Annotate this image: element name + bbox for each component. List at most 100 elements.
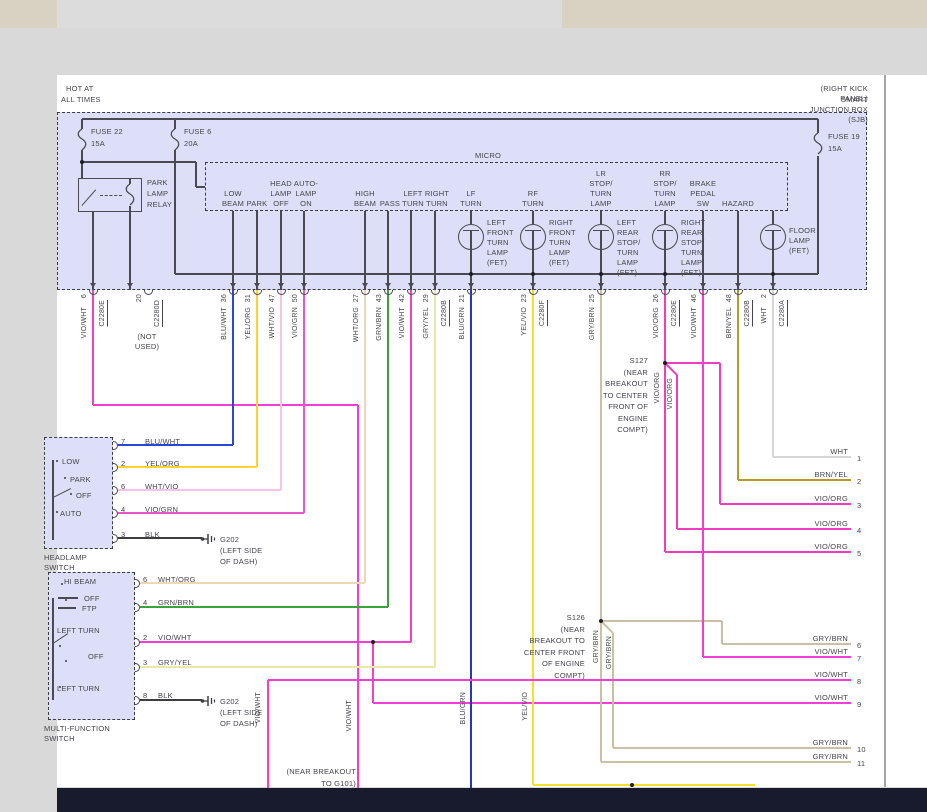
diagram-label: GRY/BRN xyxy=(593,630,600,664)
down-arrow xyxy=(700,283,706,288)
wire-segment-micro-feed-branch xyxy=(82,161,196,163)
diagram-label: VIO/WHT xyxy=(814,647,848,656)
diagram-label: 20 xyxy=(136,294,143,303)
diagram-label: WHT xyxy=(761,307,768,324)
panel-scroll-line xyxy=(884,75,886,787)
diagram-label: 5 xyxy=(857,549,862,558)
down-arrow xyxy=(301,283,307,288)
diagram-label: LEFT TURN xyxy=(57,684,100,693)
diagram-label: 36 xyxy=(221,294,228,303)
wire-segment-fuse19-leads xyxy=(817,156,819,274)
diagram-label: 11 xyxy=(857,759,866,768)
wire-segment-wire-vio-wht-left-turn xyxy=(372,642,374,703)
diagram-label: BLK xyxy=(158,691,173,700)
diagram-label: HEAD LAMP OFF xyxy=(270,179,292,208)
diagram-label: LOW BEAM xyxy=(221,189,245,208)
diagram-label: 2 xyxy=(143,633,148,642)
diagram-label: VIO/ORG xyxy=(814,519,848,528)
down-arrow xyxy=(362,283,368,288)
diagram-label: 6 xyxy=(81,294,88,299)
diagram-label: S127 (NEAR BREAKOUT TO CENTER FRONT OF E… xyxy=(603,356,648,434)
diagram-label: 8 xyxy=(857,677,862,686)
diagram-label: FUSE 6 xyxy=(184,127,212,136)
fuse-symbol xyxy=(812,132,824,160)
down-arrow xyxy=(770,283,776,288)
diagram-label: LR STOP/ TURN LAMP xyxy=(589,169,613,208)
wire-segment-wire-gry-brn-s126 xyxy=(600,290,602,621)
junction-dot xyxy=(663,272,667,276)
diagram-label: 50 xyxy=(292,294,299,303)
wire-segment-fet-drops xyxy=(772,211,774,224)
diagram-label: RIGHT REAR STOP/ TURN LAMP (FET) xyxy=(681,218,706,277)
diagram-label: GRY/BRN xyxy=(812,738,848,747)
diagram-label: VIO/GRN xyxy=(145,505,179,514)
diagram-label: GRY/YEL xyxy=(158,658,192,667)
diagram-label: 29 xyxy=(423,294,430,303)
wire-segment-wire-vio-wht-park-feed xyxy=(357,405,359,788)
down-arrow xyxy=(230,283,236,288)
wire-segment-fet-drops xyxy=(470,211,472,224)
down-arrow xyxy=(408,283,414,288)
diagram-label: PARK xyxy=(70,475,91,484)
wire-segment-wire-vio-org-s127 xyxy=(676,375,678,529)
wire-segment-fuse6-leads xyxy=(174,119,176,129)
diagram-label: MICRO xyxy=(475,151,501,160)
wire-segment-fet-feed-line xyxy=(175,273,818,275)
wire-segment-multifunction-switch-internals xyxy=(58,607,76,609)
diagram-label: 7 xyxy=(121,437,126,446)
wire-segment-wire-vio-org-s127 xyxy=(665,362,720,364)
diagram-label: 47 xyxy=(269,294,276,303)
diagram-label: LEFT TURN xyxy=(402,189,424,208)
wire-segment-wire-vio-wht-park-feed xyxy=(92,290,94,405)
diagram-label: AUTO xyxy=(60,509,82,518)
diagram-label: RR STOP/ TURN LAMP xyxy=(653,169,677,208)
diagram-label: 3 xyxy=(121,530,126,539)
diagram-label: VIO/ORG xyxy=(814,542,848,551)
wire-segment-micro-output-drops xyxy=(364,211,366,290)
diagram-label: YEL/ORG xyxy=(245,307,252,340)
relay-link-dash xyxy=(100,195,122,196)
diagram-label: 25 xyxy=(589,294,596,303)
diagram-label: 4 xyxy=(121,505,126,514)
wire-segment-power-bus xyxy=(82,118,818,120)
fet-stem xyxy=(664,230,666,250)
diagram-label: PARK xyxy=(147,178,168,187)
diagram-label: BLU/WHT xyxy=(145,437,181,446)
wire-segment-wire-vio-org-s127 xyxy=(719,363,721,504)
wire-segment-multifunction-switch-internals xyxy=(58,597,78,599)
fet-stem xyxy=(470,230,472,250)
wire-segment-wire-wht-org xyxy=(364,290,366,583)
diagram-label: PARK xyxy=(246,199,268,208)
wire-segment-wire-vio-grn xyxy=(303,290,305,513)
wire-segment-micro-output-drops xyxy=(387,211,389,290)
wire-segment-wire-blk-headlamp xyxy=(118,537,202,539)
diagram-label: GRY/BRN xyxy=(589,307,596,341)
wire-segment-wire-gry-yel xyxy=(434,290,436,667)
wire-segment-wire-blu-wht xyxy=(232,290,234,445)
diagram-label: LAMP xyxy=(147,189,169,198)
wire-segment-fet-drops xyxy=(532,211,534,224)
diagram-label: C2280A xyxy=(779,300,786,327)
diagram-label: C2280D xyxy=(154,300,161,327)
diagram-label: C2280B xyxy=(744,300,751,327)
wire-segment-wire-vio-wht-brake xyxy=(702,290,704,657)
wire-segment-wire-wht xyxy=(772,290,774,457)
diagram-label: LOW xyxy=(62,457,80,466)
fuse-symbol xyxy=(76,128,88,156)
diagram-label: 2 xyxy=(121,459,126,468)
diagram-label: HI BEAM xyxy=(64,577,97,586)
diagram-label: GRY/YEL xyxy=(423,307,430,339)
wire-segment-micro-output-drops xyxy=(303,211,305,290)
diagram-label: WHT/VIO xyxy=(145,482,179,491)
diagram-label: FLOOR LAMP (FET) xyxy=(789,226,816,255)
wire-segment-wire-wht-vio xyxy=(280,290,282,490)
junction-dot xyxy=(531,272,535,276)
wire-segment-micro-output-drops xyxy=(410,211,412,290)
wire-segment-multifunction-switch-internals xyxy=(52,598,54,700)
wire-segment-relay-outputs xyxy=(92,212,94,290)
diagram-label: 15A xyxy=(91,139,105,148)
diagram-label: 46 xyxy=(691,294,698,303)
diagram-label: HAZARD xyxy=(721,199,755,208)
junction-dot xyxy=(371,640,375,644)
diagram-label: VIO/WHT xyxy=(814,670,848,679)
